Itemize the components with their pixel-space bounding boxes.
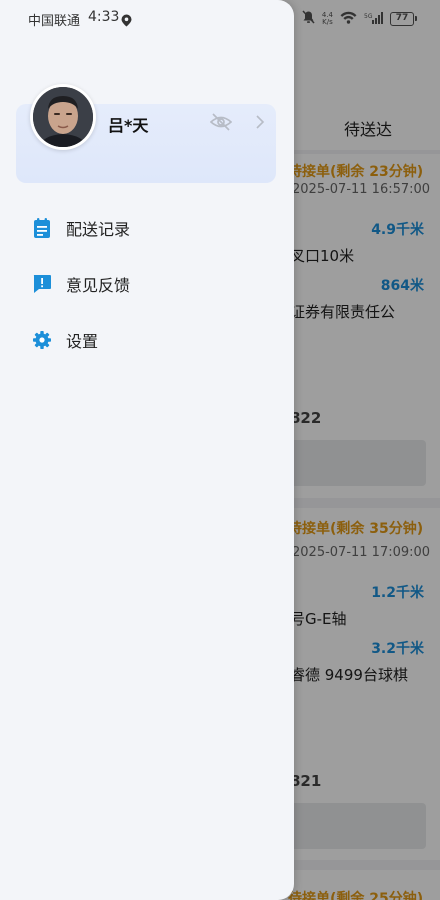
- menu-label: 配送记录: [66, 220, 131, 239]
- clock: 4:33: [88, 9, 120, 25]
- menu-item-settings[interactable]: 设置: [24, 322, 264, 358]
- signal-icon: 5G: [364, 9, 383, 28]
- avatar[interactable]: [30, 84, 96, 150]
- side-drawer: 吕*天 配送记录 意见反馈 设置: [0, 0, 294, 900]
- delivery-record-icon: [24, 210, 60, 246]
- feedback-icon: [24, 266, 60, 302]
- menu-item-delivery-records[interactable]: 配送记录: [24, 210, 264, 246]
- wifi-icon: [340, 9, 357, 28]
- settings-icon: [24, 322, 60, 358]
- network-speed: 4.4 K/s: [322, 11, 333, 26]
- location-icon: [121, 12, 132, 31]
- mute-icon: [302, 9, 315, 28]
- menu-item-feedback[interactable]: 意见反馈: [24, 266, 264, 302]
- username: 吕*天: [108, 116, 149, 135]
- network-speed-unit: K/s: [322, 17, 333, 26]
- menu-label: 意见反馈: [66, 276, 131, 295]
- eye-off-icon[interactable]: [209, 113, 233, 135]
- menu-label: 设置: [66, 332, 99, 351]
- avatar-photo: [33, 87, 93, 147]
- status-bar: 中国联通 4:33 4.4 K/s 5G 77: [0, 0, 440, 36]
- chevron-right-icon[interactable]: [255, 114, 265, 134]
- carrier-name: 中国联通: [28, 14, 81, 29]
- svg-text:5G: 5G: [364, 13, 373, 20]
- battery-indicator: 77: [390, 11, 417, 26]
